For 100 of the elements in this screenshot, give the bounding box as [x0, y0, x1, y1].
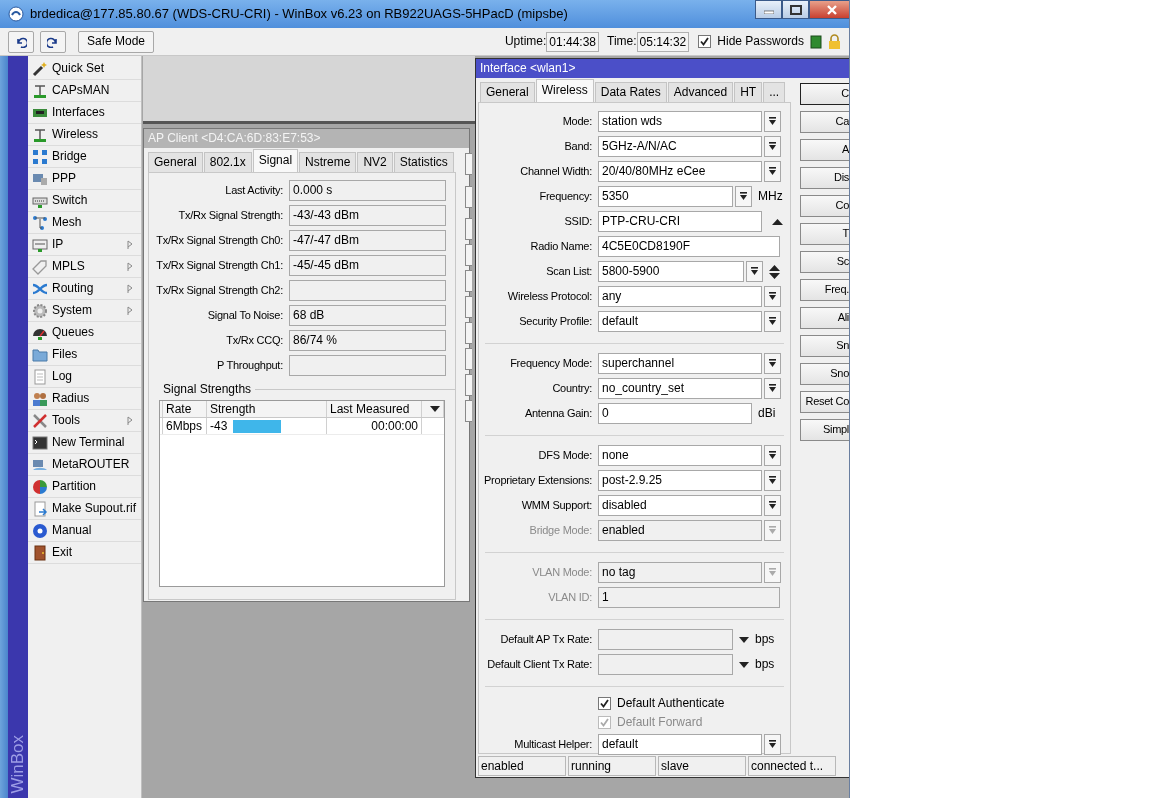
tab[interactable]: Advanced — [667, 82, 734, 102]
select-field[interactable]: any — [598, 286, 762, 307]
window-button[interactable] — [465, 244, 472, 266]
menu-item[interactable]: MPLS — [28, 256, 141, 278]
undo-button[interactable] — [8, 30, 34, 53]
text-field[interactable]: 4C5E0CD8190F — [598, 236, 780, 257]
select-field[interactable]: 5800-5900 — [598, 261, 744, 282]
select-field[interactable]: disabled — [598, 495, 762, 516]
combo-field[interactable] — [598, 654, 733, 675]
menu-item[interactable]: Radius — [28, 388, 141, 410]
window-button[interactable]: Dis — [800, 167, 849, 189]
menu-item[interactable]: Make Supout.rif — [28, 498, 141, 520]
window-button[interactable] — [465, 322, 472, 344]
window-button[interactable]: T — [800, 223, 849, 245]
menu-item[interactable]: IP — [28, 234, 141, 256]
tab[interactable]: Wireless — [535, 79, 594, 102]
menu-item[interactable]: System — [28, 300, 141, 322]
menu-item[interactable]: Tools — [28, 410, 141, 432]
select-field[interactable]: station wds — [598, 111, 762, 132]
window-button[interactable]: Co — [800, 195, 849, 217]
text-field[interactable]: 0 — [598, 403, 752, 424]
select-field[interactable]: 5GHz-A/N/AC — [598, 136, 762, 157]
window-button[interactable]: Freq. — [800, 279, 849, 301]
window-button[interactable] — [465, 296, 472, 318]
combo-field[interactable] — [598, 629, 733, 650]
tab[interactable]: Signal — [252, 149, 299, 172]
column-header[interactable]: Last Measured — [327, 401, 422, 418]
tab[interactable]: General — [148, 152, 203, 172]
dropdown-button[interactable] — [764, 495, 781, 516]
menu-item[interactable]: MetaROUTER — [28, 454, 141, 476]
window-button[interactable]: Ca — [800, 111, 849, 133]
menu-item[interactable]: CAPsMAN — [28, 80, 141, 102]
column-header[interactable]: Strength — [207, 401, 327, 418]
window-button[interactable] — [465, 153, 472, 175]
menu-item[interactable]: Wireless — [28, 124, 141, 146]
menu-item[interactable]: Interfaces — [28, 102, 141, 124]
dropdown-button[interactable] — [764, 161, 781, 182]
menu-item[interactable]: Queues — [28, 322, 141, 344]
select-field[interactable]: post-2.9.25 — [598, 470, 762, 491]
column-header[interactable]: Rate — [163, 401, 207, 418]
window-button[interactable]: A — [800, 139, 849, 161]
tab[interactable]: NV2 — [357, 152, 393, 172]
window-button[interactable] — [465, 400, 472, 422]
menu-item[interactable]: Routing — [28, 278, 141, 300]
select-field[interactable]: superchannel — [598, 353, 762, 374]
menu-item[interactable]: Quick Set — [28, 58, 141, 80]
redo-button[interactable] — [40, 30, 66, 53]
window-button[interactable]: Reset Co — [800, 391, 849, 413]
select-field[interactable]: default — [598, 734, 762, 755]
tab[interactable]: General — [480, 82, 535, 102]
window-button[interactable]: Sn — [800, 335, 849, 357]
tab[interactable]: ... — [763, 82, 786, 102]
dropdown-button[interactable] — [764, 378, 781, 399]
tab[interactable]: Data Rates — [594, 82, 667, 102]
caret-icon[interactable] — [739, 661, 749, 668]
minimize-button[interactable] — [755, 0, 782, 19]
text-field[interactable]: PTP-CRU-CRI — [598, 211, 762, 232]
dropdown-button[interactable] — [764, 734, 781, 755]
dropdown-button[interactable] — [764, 136, 781, 157]
menu-item[interactable]: Partition — [28, 476, 141, 498]
caret-icon[interactable] — [739, 636, 749, 643]
menu-item[interactable]: Bridge — [28, 146, 141, 168]
up-down-arrows-icon[interactable] — [769, 264, 780, 279]
select-field[interactable]: no_country_set — [598, 378, 762, 399]
dropdown-button[interactable] — [735, 186, 752, 207]
dropdown-button[interactable] — [764, 445, 781, 466]
dropdown-button[interactable] — [746, 261, 763, 282]
menu-item[interactable]: PPP — [28, 168, 141, 190]
window-button[interactable] — [465, 270, 472, 292]
menu-item[interactable]: Mesh — [28, 212, 141, 234]
menu-item[interactable]: Files — [28, 344, 141, 366]
dropdown-button[interactable] — [764, 353, 781, 374]
collapse-arrow-icon[interactable] — [772, 218, 783, 225]
dropdown-button[interactable] — [764, 111, 781, 132]
dropdown-button[interactable] — [764, 286, 781, 307]
close-button[interactable] — [809, 0, 849, 19]
window-button[interactable] — [465, 374, 472, 396]
window-button[interactable]: C — [800, 83, 849, 105]
checkbox[interactable] — [698, 35, 712, 48]
select-field[interactable]: default — [598, 311, 762, 332]
safe-mode-button[interactable]: Safe Mode — [78, 30, 155, 53]
window-button[interactable] — [465, 186, 472, 208]
window-button[interactable]: Ali — [800, 307, 849, 329]
tab[interactable]: HT — [734, 82, 763, 102]
window-button[interactable] — [465, 348, 472, 370]
dropdown-button[interactable] — [764, 470, 781, 491]
tab[interactable]: 802.1x — [203, 152, 252, 172]
tab[interactable]: Nstreme — [299, 152, 357, 172]
select-field[interactable]: 5350 — [598, 186, 733, 207]
menu-item[interactable]: Manual — [28, 520, 141, 542]
menu-item[interactable]: New Terminal — [28, 432, 141, 454]
tab[interactable]: Statistics — [393, 152, 454, 172]
window-button[interactable]: Sc — [800, 251, 849, 273]
menu-item[interactable]: Exit — [28, 542, 141, 564]
window-button[interactable]: Simpl — [800, 419, 849, 441]
window-button[interactable]: Sno — [800, 363, 849, 385]
select-field[interactable]: 20/40/80MHz eCee — [598, 161, 762, 182]
checkbox[interactable] — [598, 697, 611, 710]
menu-item[interactable]: Switch — [28, 190, 141, 212]
menu-item[interactable]: Log — [28, 366, 141, 388]
